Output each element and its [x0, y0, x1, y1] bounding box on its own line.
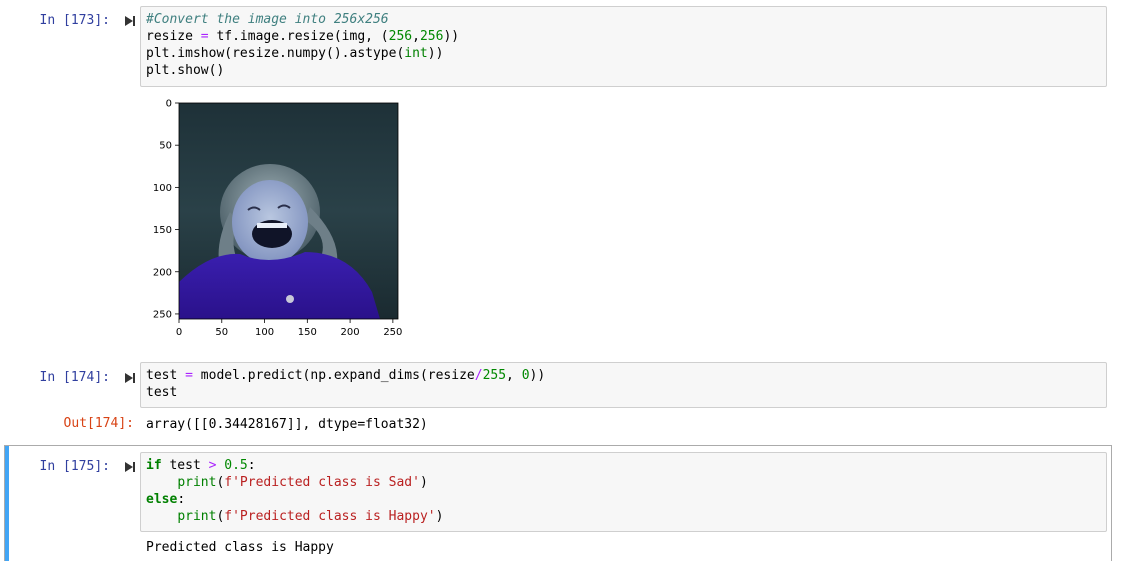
code-token: tf.image.resize(img, (: [208, 29, 389, 44]
x-tick-label: 100: [255, 327, 274, 338]
code-line: plt.imshow(resize.numpy().astype(int)): [146, 45, 1101, 62]
code-token: test: [161, 458, 209, 473]
y-tick-label: 150: [153, 225, 172, 236]
y-tick-label: 50: [159, 141, 172, 152]
code-token: 0.5: [224, 458, 248, 473]
y-tick-label: 200: [153, 267, 172, 278]
run-cell-icon[interactable]: [124, 461, 136, 473]
code-token: else: [146, 492, 178, 507]
code-token: resize: [146, 29, 201, 44]
x-tick-label: 0: [176, 327, 182, 338]
run-cell-icon[interactable]: [124, 372, 136, 384]
y-tick-label: 250: [153, 309, 172, 320]
code-line: test: [146, 384, 1101, 401]
code-token: ,: [412, 29, 420, 44]
x-tick-label: 250: [383, 327, 402, 338]
x-tick-label: 50: [215, 327, 228, 338]
code-line: #Convert the image into 256x256: [146, 11, 1101, 28]
code-token: test: [146, 385, 178, 400]
code-token: ): [435, 509, 444, 524]
input-prompt: In [173]:: [39, 13, 110, 28]
code-cell-175[interactable]: In [175]: if test > 0.5: print(f'Predict…: [0, 445, 1122, 561]
run-cell-icon[interactable]: [124, 15, 136, 27]
input-prompt: In [174]:: [39, 370, 110, 385]
stdout-output: Predicted class is Happy: [146, 540, 334, 555]
plot-image: [179, 103, 398, 319]
code-line: print(f'Predicted class is Happy'): [146, 508, 1101, 525]
y-tick-label: 0: [166, 99, 172, 110]
code-line: test = model.predict(np.expand_dims(resi…: [146, 367, 1101, 384]
code-token: =: [200, 29, 209, 44]
code-token: #Convert the image into 256x256: [146, 12, 389, 27]
code-token: f'Predicted class is Happy': [224, 509, 436, 524]
code-token: plt.show(): [146, 63, 225, 78]
imshow-plot: 0 50 100 150 200 250 0 50 100 150 200 250: [153, 99, 403, 339]
code-cell-174[interactable]: In [174]: test = model.predict(np.expand…: [0, 350, 1122, 440]
code-token: =: [185, 368, 193, 383]
code-line: plt.show(): [146, 62, 1101, 79]
code-token: f'Predicted class is Sad': [224, 475, 420, 490]
x-tick-label: 200: [341, 327, 360, 338]
code-input[interactable]: #Convert the image into 256x256 resize = …: [140, 6, 1107, 87]
code-cell-173[interactable]: In [173]: #Convert the image into 256x25…: [0, 0, 1122, 350]
code-token: ): [419, 475, 428, 490]
x-axis: 0 50 100 150 200 250: [176, 319, 402, 338]
code-token: )): [443, 29, 460, 44]
code-token: print: [177, 475, 217, 490]
code-token: 255: [482, 368, 507, 383]
code-token: /: [474, 368, 483, 383]
output-result: array([[0.34428167]], dtype=float32): [146, 417, 428, 432]
code-line: resize = tf.image.resize(img, (256,256)): [146, 28, 1101, 45]
code-token: if: [146, 458, 162, 473]
code-token: ,: [506, 368, 522, 383]
code-token: 256: [388, 29, 413, 44]
code-token: )): [529, 368, 546, 383]
code-token: :: [177, 492, 186, 507]
input-prompt: In [175]:: [39, 459, 110, 474]
y-tick-label: 100: [153, 183, 172, 194]
code-input[interactable]: if test > 0.5: print(f'Predicted class i…: [140, 452, 1107, 532]
code-token: :: [247, 458, 256, 473]
code-line: else:: [146, 491, 1101, 508]
code-token: print: [177, 509, 217, 524]
code-token: plt.imshow(resize.numpy().astype(: [146, 46, 405, 61]
code-token: int: [404, 46, 428, 61]
code-token: 0: [521, 368, 530, 383]
x-tick-label: 150: [298, 327, 317, 338]
code-token: model.predict(np.expand_dims(resize: [192, 368, 475, 383]
code-token: )): [427, 46, 444, 61]
output-prompt: Out[174]:: [63, 416, 134, 431]
code-token: test: [146, 368, 186, 383]
code-token: 256: [419, 29, 444, 44]
code-line: print(f'Predicted class is Sad'): [146, 474, 1101, 491]
code-input[interactable]: test = model.predict(np.expand_dims(resi…: [140, 362, 1107, 408]
y-axis: 0 50 100 150 200 250: [153, 99, 179, 320]
code-line: if test > 0.5:: [146, 457, 1101, 474]
